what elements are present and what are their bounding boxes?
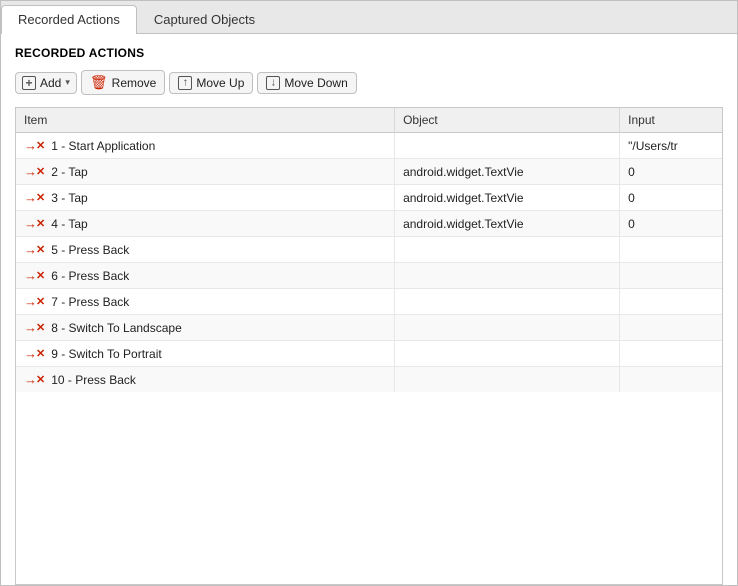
col-header-object: Object: [395, 108, 620, 133]
item-text: 2 - Tap: [51, 165, 87, 179]
cell-object: [395, 237, 620, 263]
cell-input: [620, 263, 722, 289]
tab-bar: Recorded Actions Captured Objects: [1, 1, 737, 34]
cell-item: →✕ 2 - Tap: [16, 159, 395, 185]
action-arrow-icon: →✕: [24, 346, 45, 361]
cell-object: [395, 341, 620, 367]
item-text: 1 - Start Application: [51, 139, 155, 153]
move-up-button[interactable]: Move Up: [169, 72, 253, 94]
cell-item: →✕ 5 - Press Back: [16, 237, 395, 263]
item-text: 5 - Press Back: [51, 243, 129, 257]
table-row[interactable]: →✕ 7 - Press Back: [16, 289, 722, 315]
add-button[interactable]: Add ▾: [15, 72, 77, 94]
item-text: 8 - Switch To Landscape: [51, 321, 182, 335]
cell-item: →✕ 1 - Start Application: [16, 133, 395, 159]
cell-object: android.widget.TextVie: [395, 159, 620, 185]
cell-item: →✕ 7 - Press Back: [16, 289, 395, 315]
move-down-button[interactable]: Move Down: [257, 72, 356, 94]
trash-icon: 🗑: [90, 74, 108, 91]
tab-captured-objects[interactable]: Captured Objects: [137, 5, 272, 33]
cell-item: →✕ 10 - Press Back: [16, 367, 395, 393]
col-header-item: Item: [16, 108, 395, 133]
cell-input: [620, 367, 722, 393]
cell-item: →✕ 9 - Switch To Portrait: [16, 341, 395, 367]
col-header-input: Input: [620, 108, 722, 133]
cell-object: [395, 133, 620, 159]
section-title: RECORDED ACTIONS: [15, 46, 723, 60]
action-arrow-icon: →✕: [24, 268, 45, 283]
remove-label: Remove: [112, 76, 157, 90]
remove-button[interactable]: 🗑 Remove: [81, 70, 165, 95]
plus-icon: [22, 76, 36, 90]
move-down-label: Move Down: [284, 76, 347, 90]
item-text: 10 - Press Back: [51, 373, 136, 387]
cell-input: 0: [620, 211, 722, 237]
action-arrow-icon: →✕: [24, 190, 45, 205]
table-row[interactable]: →✕ 1 - Start Application "/Users/tr: [16, 133, 722, 159]
cell-item: →✕ 8 - Switch To Landscape: [16, 315, 395, 341]
table-body: →✕ 1 - Start Application "/Users/tr →✕ 2 - T…: [16, 133, 722, 393]
move-up-label: Move Up: [196, 76, 244, 90]
cell-input: [620, 289, 722, 315]
cell-item: →✕ 4 - Tap: [16, 211, 395, 237]
cell-object: android.widget.TextVie: [395, 211, 620, 237]
item-text: 6 - Press Back: [51, 269, 129, 283]
cell-object: [395, 315, 620, 341]
item-text: 3 - Tap: [51, 191, 87, 205]
table-row[interactable]: →✕ 8 - Switch To Landscape: [16, 315, 722, 341]
table-row[interactable]: →✕ 5 - Press Back: [16, 237, 722, 263]
action-arrow-icon: →✕: [24, 320, 45, 335]
action-arrow-icon: →✕: [24, 242, 45, 257]
item-text: 4 - Tap: [51, 217, 87, 231]
dropdown-arrow-icon: ▾: [65, 77, 70, 88]
cell-object: [395, 263, 620, 289]
action-arrow-icon: →✕: [24, 216, 45, 231]
actions-table-container: Item Object Input →✕ 1 - Start Applicatio…: [15, 107, 723, 585]
table-row[interactable]: →✕ 4 - Tap android.widget.TextVie0: [16, 211, 722, 237]
tab-recorded-actions[interactable]: Recorded Actions: [1, 5, 137, 34]
table-row[interactable]: →✕ 3 - Tap android.widget.TextVie0: [16, 185, 722, 211]
item-text: 9 - Switch To Portrait: [51, 347, 161, 361]
table-row[interactable]: →✕ 10 - Press Back: [16, 367, 722, 393]
table-row[interactable]: →✕ 9 - Switch To Portrait: [16, 341, 722, 367]
cell-object: [395, 289, 620, 315]
cell-input: 0: [620, 185, 722, 211]
action-arrow-icon: →✕: [24, 294, 45, 309]
cell-input: [620, 341, 722, 367]
action-arrow-icon: →✕: [24, 138, 45, 153]
arrow-up-icon: [178, 76, 192, 90]
add-label: Add: [40, 76, 61, 90]
table-row[interactable]: →✕ 6 - Press Back: [16, 263, 722, 289]
actions-table: Item Object Input →✕ 1 - Start Applicatio…: [16, 108, 722, 392]
cell-input: [620, 315, 722, 341]
table-header-row: Item Object Input: [16, 108, 722, 133]
arrow-down-icon: [266, 76, 280, 90]
action-arrow-icon: →✕: [24, 372, 45, 387]
cell-object: android.widget.TextVie: [395, 185, 620, 211]
item-text: 7 - Press Back: [51, 295, 129, 309]
main-window: Recorded Actions Captured Objects RECORD…: [0, 0, 738, 586]
table-row[interactable]: →✕ 2 - Tap android.widget.TextVie0: [16, 159, 722, 185]
cell-item: →✕ 3 - Tap: [16, 185, 395, 211]
cell-item: →✕ 6 - Press Back: [16, 263, 395, 289]
cell-input: 0: [620, 159, 722, 185]
cell-input: [620, 237, 722, 263]
cell-object: [395, 367, 620, 393]
cell-input: "/Users/tr: [620, 133, 722, 159]
action-arrow-icon: →✕: [24, 164, 45, 179]
toolbar: Add ▾ 🗑 Remove Move Up Move Down: [15, 70, 723, 95]
content-area: RECORDED ACTIONS Add ▾ 🗑 Remove Move Up: [1, 34, 737, 585]
